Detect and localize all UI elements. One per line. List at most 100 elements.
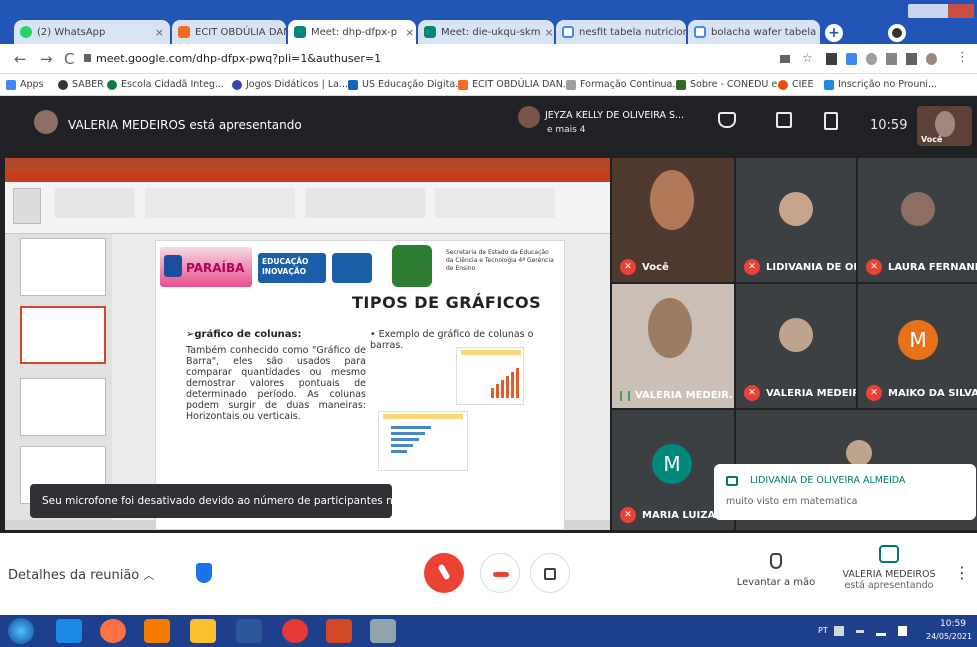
participant-tile[interactable]: ✕LAURA FERNAND... [858,158,977,282]
slide-thumbnail[interactable] [20,378,106,436]
participants-icon[interactable] [718,112,736,128]
slide-title: TIPOS DE GRÁFICOS [352,293,542,312]
shield-icon[interactable] [196,563,212,583]
bookmark-conedu[interactable]: Sobre - CONEDU e... [676,79,786,90]
participant-tile[interactable]: ✕LIDIVANIA DE OLI... [736,158,856,282]
folder-icon[interactable] [190,619,216,643]
bookmarks-bar: Apps SABER Escola Cidadã Integ... Jogos … [0,74,977,96]
forward-icon[interactable]: → [40,50,53,68]
city-crest-icon [392,245,432,287]
bookmark-saber[interactable]: SABER [58,79,104,90]
avatar [779,318,813,352]
bookmark-ciee[interactable]: CIEE [778,79,813,90]
tab-meet-active[interactable]: Meet: dhp-dfpx-p × [288,20,416,44]
bookmark-ecit[interactable]: ECIT OBDÚLIA DAN... [458,79,572,90]
site-icon [778,79,788,90]
chat-notification[interactable]: LIDIVANIA DE OLIVEIRA ALMEIDA muito vist… [714,464,976,520]
slide-thumbnail-selected[interactable] [20,306,106,364]
mic-off-icon: ✕ [744,385,760,401]
tab-ecit[interactable]: ECIT OBDÚLIA DANTA× [172,20,286,44]
close-icon[interactable]: × [401,26,414,39]
profile-icon[interactable] [888,24,906,42]
chrome-icon[interactable] [282,619,308,643]
educacao-inovacao-logo: EDUCAÇÃO INOVAÇÃO [258,253,326,283]
google-icon [562,26,574,38]
end-call-button[interactable] [480,553,520,593]
taskbar-date: 24/05/2021 [926,632,973,641]
windows-taskbar: PT 10:59 24/05/2021 [0,615,977,647]
whatsapp-icon [20,26,32,38]
chat-icon [726,476,738,486]
presenter-text: VALERIA MEDEIROS está apresentando [68,118,302,132]
camera-toggle-button[interactable] [530,553,570,593]
chat-sender: LIDIVANIA DE OLIVEIRA ALMEIDA [750,475,906,486]
top-participant-name: JEYZA KELLY DE OLIVEIRA S... [545,110,685,121]
bookmark-escola[interactable]: Escola Cidadã Integ... [107,79,224,90]
volume-icon[interactable] [898,626,907,636]
tab-whatsapp[interactable]: (2) WhatsApp × [14,20,170,44]
close-icon[interactable]: × [151,26,164,39]
tray-icons [834,626,914,636]
mic-toggle-button[interactable] [424,553,464,593]
reload-icon[interactable]: C [64,50,74,68]
browser-tab-bar: (2) WhatsApp× ECIT OBDÚLIA DANTA× Meet: … [0,0,977,44]
presenting-button[interactable]: VALERIA MEDEIROS está apresentando [834,545,944,605]
secretaria-text: Secretaria de Estado da Educação da Ciên… [446,249,554,272]
meeting-details-button[interactable]: Detalhes da reunião ︿ [8,567,154,583]
chevron-up-icon: ︿ [143,569,155,582]
site-icon [232,79,242,90]
google-icon [694,26,706,38]
participant-tile[interactable]: ✕VALERIA MEDEIR... [736,284,856,408]
bookmark-us-educacao[interactable]: US Educação Digita... [348,79,464,90]
new-tab-button[interactable]: + [825,24,843,42]
participant-tile[interactable]: M ✕MAIKO DA SILVA ... [858,284,977,408]
bookmark-apps[interactable]: Apps [6,79,44,90]
bookmark-formacao[interactable]: Formação Continua... [566,79,681,90]
powerpoint-icon[interactable] [326,619,352,643]
firefox-icon[interactable] [100,619,126,643]
example-column-chart [456,347,524,405]
tab-meet-2[interactable]: Meet: die-ukqu-skm × [418,20,554,44]
participant-tile[interactable]: VALERIA MEDEIR... [612,284,734,408]
ie-icon[interactable] [56,619,82,643]
star-icon[interactable]: ☆ [802,51,813,65]
avatar: M [652,444,692,484]
menu-dots-icon[interactable]: ⋮ [956,50,969,65]
avatar [648,298,692,358]
hand-icon [770,553,782,569]
close-icon[interactable]: × [540,26,553,39]
site-icon [58,79,68,90]
raise-hand-button[interactable]: Levantar a mão [726,549,826,599]
ppt-slide-thumbnails [5,234,112,520]
language-indicator[interactable]: PT [818,626,828,635]
meet-icon [294,26,306,38]
network-icon[interactable] [876,627,886,636]
window-controls[interactable] [908,4,974,18]
media-player-icon[interactable] [144,619,170,643]
mic-off-icon: ✕ [744,259,760,275]
start-button[interactable] [8,618,34,644]
extension-icons: ☆ ⋮ [780,50,970,67]
bookmark-jogos[interactable]: Jogos Didáticos | La... [232,79,348,90]
camera-icon [544,568,556,580]
participant-tile[interactable]: ✕ Você [612,158,734,282]
window-thumbnail-icon[interactable] [370,619,396,643]
slide-thumbnail[interactable] [20,238,106,296]
window-close-button[interactable] [948,4,974,18]
hang-up-icon [493,572,509,577]
word-icon[interactable] [236,619,262,643]
more-options-icon[interactable]: ⋮ [954,563,970,582]
slide-heading: ➢gráfico de colunas: [186,329,302,340]
url-field[interactable]: meet.google.com/dhp-dfpx-pwq?pli=1&authu… [96,52,381,65]
tab-nesfit[interactable]: nesfit tabela nutriciona× [556,20,686,44]
top-participant-more: e mais 4 [547,125,586,135]
clock-time: 10:59 [870,118,908,133]
mic-off-icon: ✕ [866,259,882,275]
meet-icon [424,26,436,38]
activities-icon[interactable] [824,112,838,130]
tab-bolacha[interactable]: bolacha wafer tabela n× [688,20,820,44]
bookmark-prouni[interactable]: Inscrição no Prouni... [824,79,937,90]
chat-icon[interactable] [776,112,792,128]
site-icon [348,79,358,90]
back-icon[interactable]: ← [14,50,27,68]
